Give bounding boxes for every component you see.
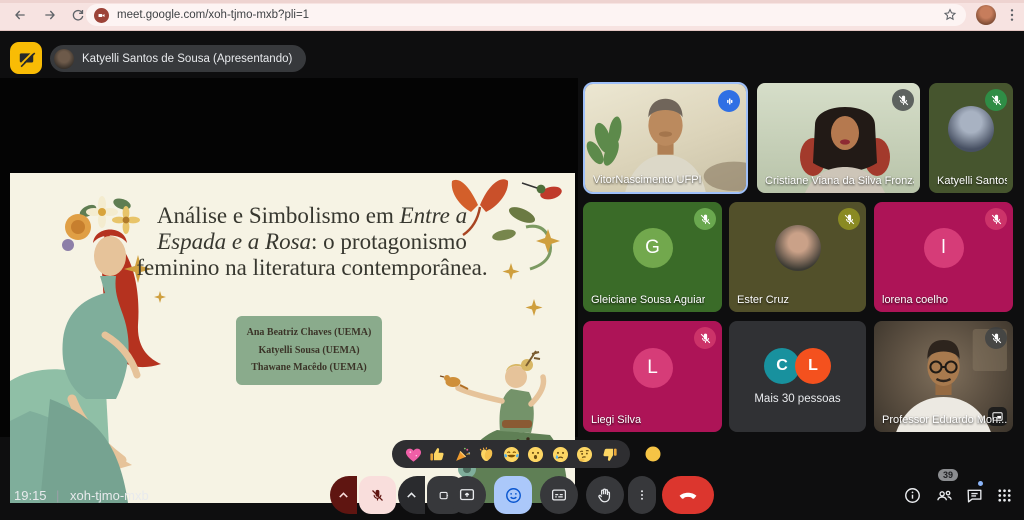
presentation-stage[interactable]: Análise e Simbolismo em Entre a Espada e…: [0, 78, 578, 437]
overflow-content: C L Mais 30 pessoas: [729, 321, 866, 432]
presenter-avatar: [54, 49, 74, 69]
mic-muted-icon: [985, 89, 1007, 111]
participant-tile-ester[interactable]: Ester Cruz: [729, 202, 866, 312]
browser-menu-icon[interactable]: [1004, 7, 1020, 23]
mic-muted-button[interactable]: [359, 476, 396, 514]
browser-profile-avatar[interactable]: [976, 5, 996, 25]
overflow-avatar-l: L: [795, 348, 831, 384]
participant-photo-avatar: [775, 225, 821, 271]
back-icon[interactable]: [10, 5, 30, 25]
participant-name: Katyelli Santos...: [937, 175, 1007, 187]
mic-muted-icon: [694, 208, 716, 230]
stop-presenting-button[interactable]: [10, 42, 42, 74]
camera-options-chevron[interactable]: [398, 476, 425, 514]
chat-notification-dot: [978, 481, 983, 486]
reload-icon[interactable]: [68, 5, 88, 25]
presentation-off-icon: [17, 49, 36, 68]
participant-photo-avatar: [948, 106, 994, 152]
people-icon[interactable]: [932, 483, 956, 507]
participant-name: VitorNascimento UFPI: [593, 174, 702, 186]
mic-options-chevron[interactable]: [330, 476, 357, 514]
skin-tone-selector[interactable]: [643, 444, 663, 464]
audio-indicator-icon: [718, 90, 740, 112]
end-call-button[interactable]: [662, 476, 714, 514]
clapping-hands-emoji[interactable]: [477, 445, 496, 464]
party-popper-emoji[interactable]: [453, 445, 472, 464]
forward-icon[interactable]: [40, 5, 60, 25]
presenter-name: Katyelli Santos de Sousa (Apresentando): [82, 53, 292, 65]
meeting-time: 19:15: [14, 488, 47, 503]
thinking-face-emoji[interactable]: [575, 445, 594, 464]
participant-initial-avatar: L: [633, 348, 673, 388]
author-line: Thawane Macêdo (UEMA): [240, 359, 378, 377]
participant-initial-avatar: l: [924, 228, 964, 268]
present-screen-button[interactable]: [448, 476, 486, 514]
mic-muted-icon: [694, 327, 716, 349]
participant-name: lorena coelho: [882, 294, 948, 306]
participant-name: Professor Eduardo Mon...: [882, 414, 1007, 426]
participant-tile-overflow[interactable]: C L Mais 30 pessoas: [729, 321, 866, 432]
mic-muted-icon: [985, 327, 1007, 349]
divider: |: [56, 488, 59, 503]
mic-button-group: [330, 476, 396, 514]
mic-muted-icon: [892, 89, 914, 111]
chat-icon[interactable]: [962, 483, 986, 507]
participant-name: Ester Cruz: [737, 294, 789, 306]
participant-tile-cristiane[interactable]: Cristiane Viana da Silva Fronza: [757, 83, 920, 193]
slide-title: Análise e Simbolismo em Entre a Espada e…: [122, 203, 502, 282]
captions-button[interactable]: [540, 476, 578, 514]
mic-muted-icon: [838, 208, 860, 230]
activities-grid-icon[interactable]: [992, 483, 1016, 507]
url-bar[interactable]: meet.google.com/xoh-tjmo-mxb?pli=1: [86, 4, 966, 26]
info-icon[interactable]: [900, 483, 924, 507]
participant-initial-avatar: G: [633, 228, 673, 268]
sparkling-heart-emoji[interactable]: [404, 445, 423, 464]
reactions-button[interactable]: [494, 476, 532, 514]
author-line: Ana Beatriz Chaves (UEMA): [240, 324, 378, 342]
people-count-badge: 39: [938, 469, 958, 481]
participant-tile-liegi[interactable]: L Liegi Silva: [583, 321, 722, 432]
participant-tile-vitor[interactable]: VitorNascimento UFPI: [583, 82, 748, 194]
participant-tile-katyelli[interactable]: Katyelli Santos...: [929, 83, 1013, 193]
overflow-label: Mais 30 pessoas: [754, 393, 840, 405]
meeting-code: xoh-tjmo-mxb: [70, 488, 149, 503]
participant-name: Liegi Silva: [591, 414, 641, 426]
thumbs-down-emoji[interactable]: [600, 445, 619, 464]
reactions-bar: [392, 440, 630, 468]
participant-name: Cristiane Viana da Silva Fronza: [765, 175, 914, 187]
bookmark-star-icon[interactable]: [942, 7, 958, 23]
participant-name: Gleiciane Sousa Aguiar: [591, 294, 705, 306]
participant-tile-gleiciane[interactable]: G Gleiciane Sousa Aguiar: [583, 202, 722, 312]
url-text: meet.google.com/xoh-tjmo-mxb?pli=1: [117, 9, 309, 21]
raise-hand-button[interactable]: [586, 476, 624, 514]
slide-authors-box: Ana Beatriz Chaves (UEMA) Katyelli Sousa…: [236, 316, 382, 385]
face-with-tears-of-joy-emoji[interactable]: [502, 445, 521, 464]
author-line: Katyelli Sousa (UEMA): [240, 342, 378, 360]
presenting-pill[interactable]: Katyelli Santos de Sousa (Apresentando): [50, 45, 306, 72]
crying-face-emoji[interactable]: [551, 445, 570, 464]
participant-tile-lorena[interactable]: l lorena coelho: [874, 202, 1013, 312]
browser-toolbar: meet.google.com/xoh-tjmo-mxb?pli=1: [0, 0, 1024, 31]
surprised-face-emoji[interactable]: [526, 445, 545, 464]
more-options-button[interactable]: [628, 476, 656, 514]
mic-muted-icon: [985, 208, 1007, 230]
meet-favicon: [94, 8, 109, 23]
participant-tile-eduardo[interactable]: Professor Eduardo Mon...: [874, 321, 1013, 432]
thumbs-up-emoji[interactable]: [428, 445, 447, 464]
